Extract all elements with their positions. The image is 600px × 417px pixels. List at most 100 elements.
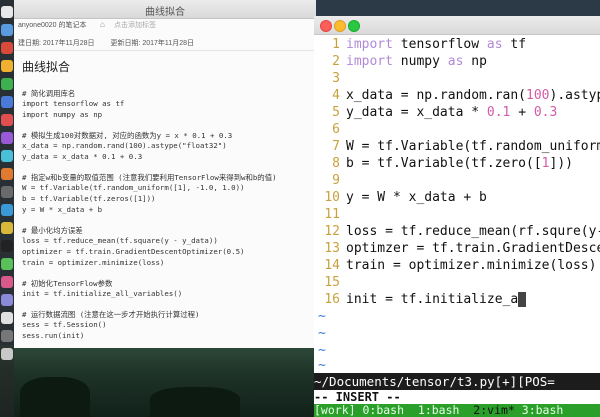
tmux-session[interactable]: [work]	[314, 404, 356, 417]
note-line[interactable]: import tensorflow as tf	[22, 99, 124, 108]
desktop-background	[0, 345, 320, 417]
note-line[interactable]: optimizer = tf.train.GradientDescentOpti…	[22, 247, 244, 256]
note-line[interactable]: # 指定w和b变量的取值范围 (注意我们要利用TensorFlow来得到w和b的…	[22, 172, 277, 183]
empty-line-marker: ~	[318, 309, 326, 324]
app-icon[interactable]	[1, 312, 13, 324]
editor-line[interactable]: 3	[314, 70, 600, 87]
editor-line[interactable]: 13 optimzer = tf.train.GradientDesce	[314, 240, 600, 257]
note-line[interactable]: # 运行数据流图 (注意在这一步才开始执行计算过程)	[22, 309, 199, 320]
line-number: 10	[324, 190, 340, 205]
line-number: 13	[324, 241, 340, 256]
desktop-tree	[150, 387, 240, 417]
finder-icon[interactable]	[1, 6, 13, 18]
note-line[interactable]: y_data = x_data * 0.1 + 0.3	[22, 152, 142, 161]
app-icon[interactable]	[1, 96, 13, 108]
app-icon[interactable]	[1, 258, 13, 270]
line-text: optimzer = tf.train.GradientDesce	[346, 241, 600, 256]
editor-line[interactable]: 1 import tensorflow as tf	[314, 36, 600, 53]
app-icon[interactable]	[1, 78, 13, 90]
note-line[interactable]: loss = tf.reduce_mean(tf.square(y - y_da…	[22, 236, 218, 245]
editor-line[interactable]: 11	[314, 206, 600, 223]
note-line[interactable]: # 初始化TensorFlow参数	[22, 278, 112, 289]
line-text: init = tf.initialize_a	[346, 292, 519, 307]
note-line[interactable]: W = tf.Variable(tf.random_uniform([1], -…	[22, 183, 244, 192]
notes-window: 曲线拟合 anyone0020 的笔记本 ⌂ 点击添加标签 建日期: 2017年…	[14, 0, 316, 348]
line-text: loss = tf.reduce_mean(rf.squre(y-	[346, 224, 600, 239]
line-number: 14	[324, 258, 340, 273]
window-title: 曲线拟合	[145, 7, 185, 18]
line-number: 8	[332, 156, 340, 171]
app-icon[interactable]	[1, 132, 13, 144]
app-icon[interactable]	[1, 294, 13, 306]
editor-line[interactable]: 14 train = optimizer.minimize(loss)	[314, 257, 600, 274]
minimize-button[interactable]	[334, 20, 346, 32]
app-icon[interactable]	[1, 114, 13, 126]
notebook-selector[interactable]: anyone0020 的笔记本	[18, 20, 86, 30]
maximize-button[interactable]	[348, 20, 360, 32]
tmux-window-0[interactable]: 0:bash	[362, 404, 404, 417]
trash-icon[interactable]	[1, 348, 13, 360]
terminal-app-icon[interactable]	[1, 240, 13, 252]
app-icon[interactable]	[1, 330, 13, 342]
note-line[interactable]: init = tf.initialize_all_variables()	[22, 289, 182, 298]
line-text: b = tf.Variable(tf.zero([1]))	[346, 156, 573, 171]
editor-line[interactable]: 10 y = W * x_data + b	[314, 189, 600, 206]
note-dates: 建日期: 2017年11月28日 更新日期: 2017年11月28日	[18, 38, 208, 48]
close-button[interactable]	[320, 20, 332, 32]
tag-input[interactable]: 点击添加标签	[114, 20, 156, 30]
note-line[interactable]: import numpy as np	[22, 110, 102, 119]
line-number: 1	[332, 37, 340, 52]
note-title[interactable]: 曲线拟合	[22, 58, 70, 75]
app-icon[interactable]	[1, 276, 13, 288]
app-icon[interactable]	[1, 168, 13, 180]
tmux-window-3[interactable]: 3:bash	[522, 404, 564, 417]
note-line[interactable]: y = W * x_data + b	[22, 205, 102, 214]
editor-line[interactable]: 2 import numpy as np	[314, 53, 600, 70]
editor-line[interactable]: 9	[314, 172, 600, 189]
app-icon[interactable]	[1, 150, 13, 162]
editor-line[interactable]: 5 y_data = x_data * 0.1 + 0.3	[314, 104, 600, 121]
note-line[interactable]: sess = tf.Session()	[22, 320, 107, 329]
editor-line[interactable]: 6	[314, 121, 600, 138]
line-number: 4	[332, 88, 340, 103]
app-icon[interactable]	[1, 222, 13, 234]
updated-date: 更新日期: 2017年11月28日	[110, 40, 194, 47]
editor-line[interactable]: 4 x_data = np.random.ran(100).astyp	[314, 87, 600, 104]
editor-line[interactable]: 12 loss = tf.reduce_mean(rf.squre(y-	[314, 223, 600, 240]
notes-titlebar: 曲线拟合	[14, 0, 316, 19]
line-number: 2	[332, 54, 340, 69]
terminal-titlebar	[314, 16, 600, 35]
note-line[interactable]: x_data = np.random.rand(100).astype("flo…	[22, 141, 227, 150]
terminal-window[interactable]: 1 import tensorflow as tf 2 import numpy a…	[314, 16, 600, 417]
editor-line[interactable]: 8 b = tf.Variable(tf.zero([1]))	[314, 155, 600, 172]
dock	[0, 0, 14, 417]
line-text: y = W * x_data + b	[346, 190, 487, 205]
editor-line-current[interactable]: 16 init = tf.initialize_a	[314, 291, 600, 308]
app-icon[interactable]	[1, 186, 13, 198]
line-text: y_data = x_data * 0.1 + 0.3	[346, 105, 558, 120]
line-number: 3	[332, 71, 340, 86]
editor-line[interactable]: 15	[314, 274, 600, 291]
line-text: train = optimizer.minimize(loss)	[346, 258, 597, 273]
app-icon[interactable]	[1, 42, 13, 54]
note-line[interactable]: sess.run(init)	[22, 331, 84, 340]
tmux-window-2[interactable]: 2:vim*	[473, 404, 515, 417]
launchpad-icon[interactable]	[1, 24, 13, 36]
app-icon[interactable]	[1, 204, 13, 216]
tmux-window-1[interactable]: 1:bash	[418, 404, 460, 417]
tag-icon[interactable]: ⌂	[100, 20, 105, 29]
divider	[14, 50, 316, 51]
app-icon[interactable]	[1, 60, 13, 72]
line-number: 12	[324, 224, 340, 239]
editor-line[interactable]: 7 W = tf.Variable(tf.random_uniform	[314, 138, 600, 155]
note-line[interactable]: train = optimizer.minimize(loss)	[22, 258, 164, 267]
note-line[interactable]: # 最小化均方误差	[22, 225, 83, 236]
vim-mode-indicator: -- INSERT --	[314, 390, 600, 404]
note-line[interactable]: # 模拟生成100对数据对, 对应的函数为y = x * 0.1 + 0.3	[22, 130, 232, 141]
line-number: 11	[324, 207, 340, 222]
note-line[interactable]: b = tf.Variable(tf.zeros([1]))	[22, 194, 156, 203]
text-cursor	[518, 292, 527, 307]
tmux-status-bar: [work] 0:bash 1:bash 2:vim* 3:bash	[314, 404, 600, 417]
line-number: 5	[332, 105, 340, 120]
note-line[interactable]: # 简化调用库名	[22, 88, 75, 99]
